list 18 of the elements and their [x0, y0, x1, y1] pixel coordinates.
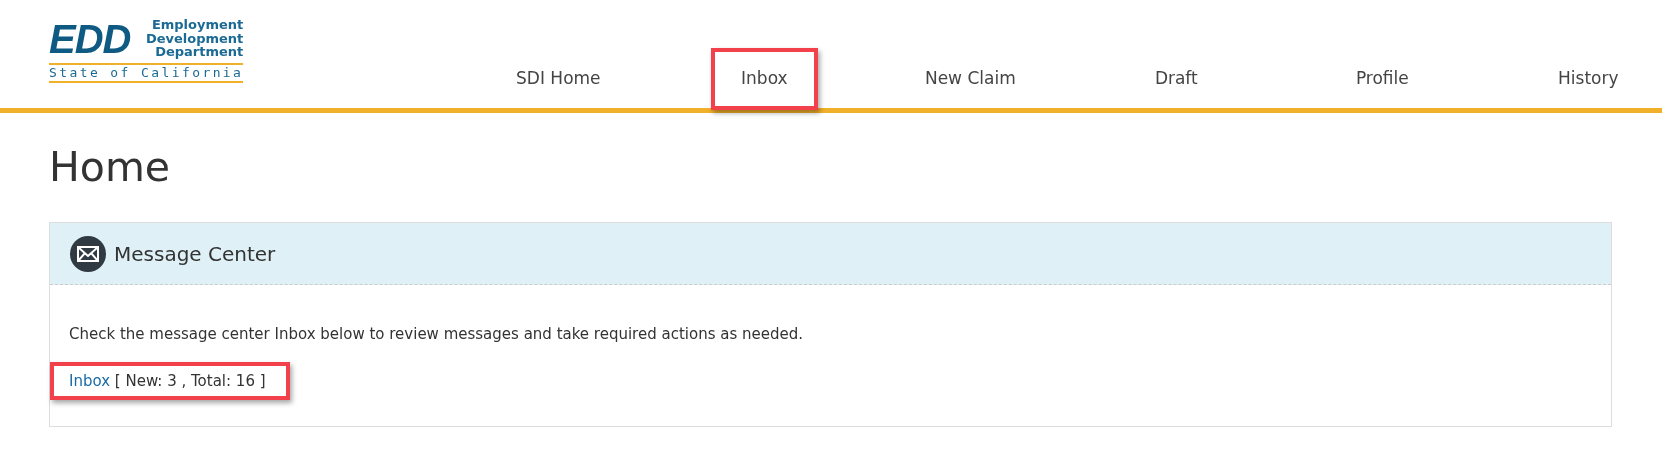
- instruction-text: Check the message center Inbox below to review messages and take required actions as needed.: [69, 324, 804, 346]
- nav-link[interactable]: History: [1558, 66, 1619, 92]
- inbox-link[interactable]: Inbox: [69, 371, 111, 390]
- logo-state-text: State of California: [49, 62, 244, 83]
- nav-link[interactable]: Profile: [1355, 66, 1409, 92]
- nav-link[interactable]: New Claim: [924, 66, 1016, 92]
- logo-text: Employment: [151, 18, 244, 32]
- nav-link[interactable]: SDI Home: [516, 66, 601, 92]
- logo-text: Department: [155, 45, 244, 59]
- message-counts: [ New: 3 , Total: 16 ]: [113, 371, 266, 390]
- envelope-icon: [70, 235, 106, 272]
- logo-mark: EDD: [49, 18, 131, 59]
- page-title: Home: [49, 143, 172, 193]
- nav-link[interactable]: Inbox: [711, 48, 818, 110]
- nav-link[interactable]: Draft: [1154, 66, 1198, 92]
- edd-logo[interactable]: EDD Employment Development Department State of California: [49, 0, 244, 108]
- logo-text: Development: [145, 31, 244, 46]
- panel-title: Message Center: [114, 240, 276, 268]
